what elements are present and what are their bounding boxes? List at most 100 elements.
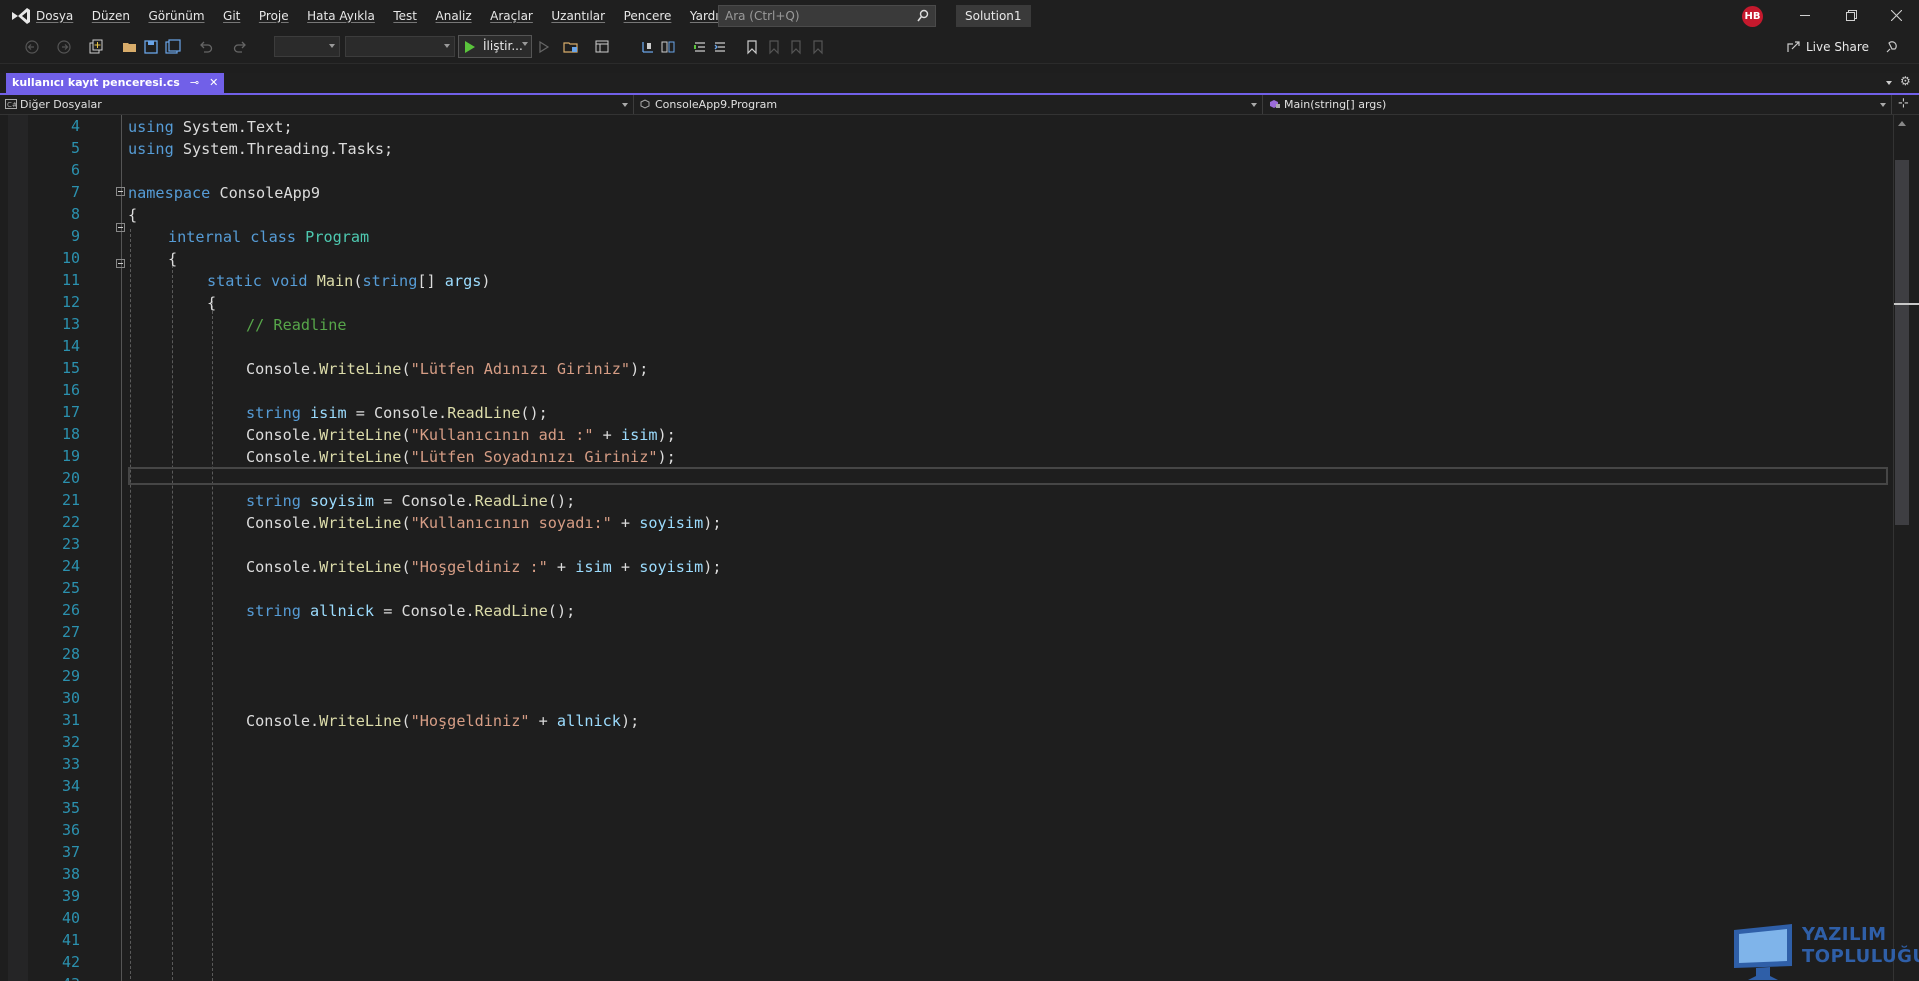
run-button-label: İliştir...	[483, 39, 523, 53]
menu-test[interactable]: Test	[393, 9, 417, 23]
chevron-down-icon	[522, 42, 528, 46]
layout-icon[interactable]	[594, 39, 610, 55]
menu-analiz[interactable]: Analiz	[436, 9, 472, 23]
back-icon[interactable]	[24, 39, 40, 55]
code-line-8: {	[128, 206, 138, 224]
code-editor[interactable]: 4 5 6 7 8 9 10 11 12 13 14 15 16 17 18 19 20 21 22 23 24 25 26…	[0, 115, 1893, 981]
close-icon[interactable]: ✕	[209, 73, 218, 93]
line-number: 27	[61, 623, 80, 641]
line-number: 32	[61, 733, 80, 751]
restore-button[interactable]	[1828, 0, 1874, 31]
code-line-10: {	[168, 250, 178, 268]
solution-explorer-icon[interactable]	[563, 39, 579, 55]
open-folder-icon[interactable]	[122, 39, 138, 55]
undo-icon[interactable]	[198, 39, 214, 55]
redo-icon[interactable]	[232, 39, 248, 55]
watermark-line-2: TOPLULUĞU	[1802, 946, 1919, 967]
run-options-dropdown[interactable]	[520, 35, 532, 58]
code-line-18: Console.WriteLine("Kullanıcının adı :" +…	[246, 426, 676, 444]
menu-dosya[interactable]: Dosya	[36, 9, 73, 23]
platform-dropdown[interactable]	[345, 36, 455, 57]
line-number: 33	[61, 755, 80, 773]
line-number: 12	[61, 293, 80, 311]
tab-list-dropdown-icon[interactable]	[1886, 81, 1892, 85]
line-number: 20	[61, 469, 80, 487]
configuration-dropdown[interactable]	[274, 36, 340, 57]
menu-git[interactable]: Git	[223, 9, 240, 23]
split-editor-icon[interactable]: ⊹	[1898, 96, 1909, 111]
menu-proje[interactable]: Proje	[259, 9, 289, 23]
live-share-button[interactable]: Live Share	[1806, 40, 1869, 54]
line-number: 21	[61, 491, 80, 509]
gear-icon[interactable]: ⚙	[1900, 74, 1911, 88]
vertical-scrollbar[interactable]	[1893, 115, 1919, 981]
new-project-icon[interactable]	[88, 39, 104, 55]
forward-icon[interactable]	[56, 39, 72, 55]
menu-pencere[interactable]: Pencere	[624, 9, 672, 23]
code-line-15: Console.WriteLine("Lütfen Adınızı Girini…	[246, 360, 649, 378]
minimize-icon	[1800, 15, 1810, 16]
line-number: 31	[61, 711, 80, 729]
chevron-down-icon	[622, 103, 628, 107]
clear-bookmarks-icon[interactable]	[810, 39, 826, 55]
solution-name-badge[interactable]: Solution1	[956, 5, 1031, 27]
line-number: 38	[61, 865, 80, 883]
member-dropdown[interactable]: Main(string[] args)	[1264, 95, 1892, 114]
line-number: 24	[61, 557, 80, 575]
previous-bookmark-icon[interactable]	[766, 39, 782, 55]
line-number: 37	[61, 843, 80, 861]
watermark-line-1: YAZILIM	[1802, 924, 1887, 945]
method-icon	[1270, 100, 1280, 108]
tab-kullanici-kayit-penceresi[interactable]: kullanıcı kayıt penceresi.cs ⊸ ✕	[6, 73, 225, 93]
scroll-up-icon[interactable]	[1898, 121, 1906, 126]
avatar[interactable]: HB	[1742, 6, 1763, 27]
line-number: 14	[61, 337, 80, 355]
scrollbar-thumb[interactable]	[1895, 160, 1909, 525]
close-window-button[interactable]	[1873, 0, 1919, 31]
visual-studio-logo-icon[interactable]	[10, 6, 32, 26]
search-input[interactable]: Ara (Ctrl+Q)	[718, 5, 936, 27]
minimize-button[interactable]	[1782, 0, 1828, 31]
line-number: 5	[70, 139, 80, 157]
code-line-9: internal class Program	[168, 228, 370, 246]
line-number: 41	[61, 931, 80, 949]
feedback-icon[interactable]	[1884, 39, 1900, 55]
menu-araclar[interactable]: Araçlar	[490, 9, 533, 23]
restore-icon	[1845, 10, 1857, 21]
project-name: Diğer Dosyalar	[20, 98, 102, 111]
menu-uzantilar[interactable]: Uzantılar	[551, 9, 605, 23]
collapse-class-icon[interactable]	[116, 223, 125, 232]
indicator-margin[interactable]	[8, 115, 28, 981]
step-into-icon[interactable]	[640, 39, 656, 55]
collapse-namespace-icon[interactable]	[116, 187, 125, 196]
line-number: 11	[61, 271, 80, 289]
menu-duzen[interactable]: Düzen	[92, 9, 130, 23]
code-line-26: string allnick = Console.ReadLine();	[246, 602, 576, 620]
save-icon[interactable]	[143, 39, 159, 55]
line-number: 35	[61, 799, 80, 817]
project-dropdown[interactable]: C# Diğer Dosyalar	[0, 95, 634, 114]
class-dropdown[interactable]: ConsoleApp9.Program	[635, 95, 1263, 114]
start-without-debug-icon[interactable]	[536, 39, 552, 55]
tab-title: kullanıcı kayıt penceresi.cs	[12, 76, 180, 89]
code-line-24: Console.WriteLine("Hoşgeldiniz :" + isim…	[246, 558, 722, 576]
save-all-icon[interactable]	[165, 39, 181, 55]
class-icon	[640, 99, 650, 109]
collapse-method-icon[interactable]	[116, 259, 125, 268]
bookmark-icon[interactable]	[744, 39, 760, 55]
next-bookmark-icon[interactable]	[788, 39, 804, 55]
live-share-icon[interactable]	[1786, 39, 1802, 55]
comment-icon[interactable]	[692, 39, 708, 55]
menu-hata-ayikla[interactable]: Hata Ayıkla	[307, 9, 375, 23]
step-over-icon[interactable]	[660, 39, 676, 55]
toolbar: İliştir... Live Share	[0, 31, 1919, 64]
indent-guide	[172, 265, 173, 981]
close-icon	[1890, 10, 1902, 21]
menu-gorunum[interactable]: Görünüm	[148, 9, 204, 23]
uncomment-icon[interactable]	[712, 39, 728, 55]
line-number: 39	[61, 887, 80, 905]
pin-icon[interactable]: ⊸	[190, 73, 199, 93]
play-icon	[465, 41, 475, 53]
line-number: 9	[70, 227, 80, 245]
caret-position-marker	[1894, 303, 1919, 305]
